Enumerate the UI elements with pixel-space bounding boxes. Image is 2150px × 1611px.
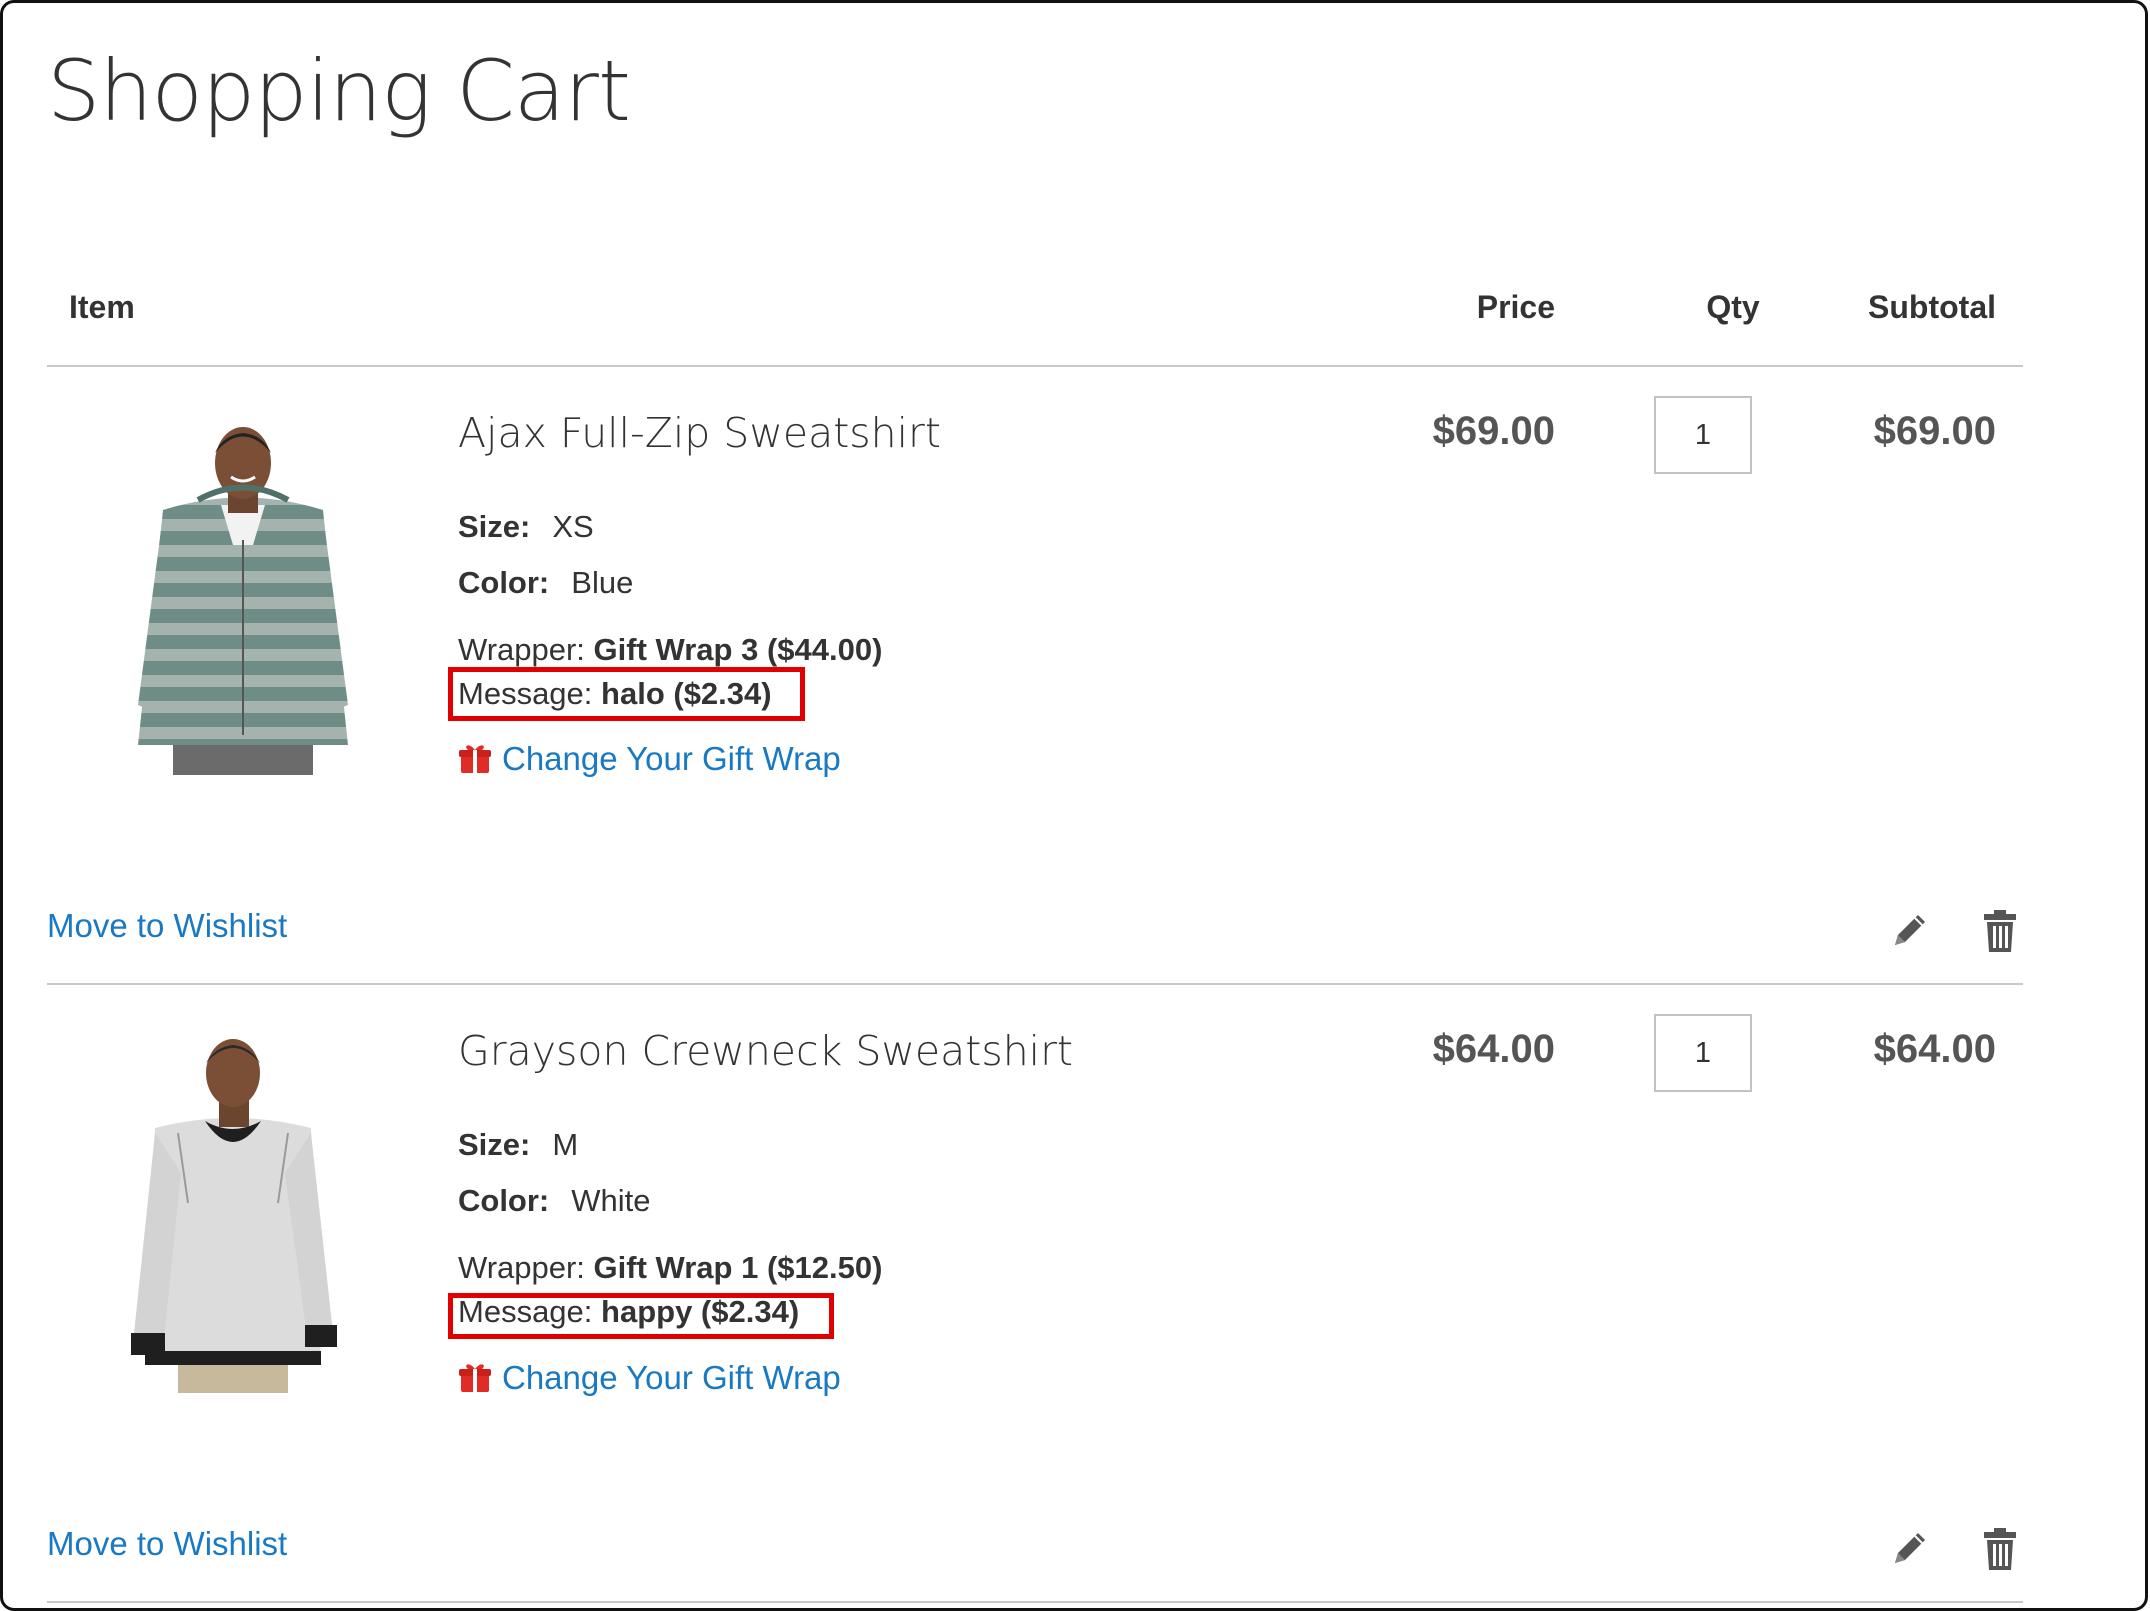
header-qty: Qty xyxy=(1706,289,1760,325)
change-gift-wrap-link[interactable]: Change Your Gift Wrap xyxy=(458,1359,841,1397)
gift-wrapper-line: Wrapper: Gift Wrap 3 ($44.00) xyxy=(458,632,882,668)
gift-icon xyxy=(459,745,491,773)
change-gift-wrap-label: Change Your Gift Wrap xyxy=(502,740,841,777)
option-color: Color: White xyxy=(458,1183,651,1219)
item-subtotal: $69.00 xyxy=(1873,409,1996,453)
item-price: $69.00 xyxy=(1432,409,1555,453)
trash-icon[interactable] xyxy=(1976,907,2024,955)
row-divider xyxy=(47,1601,2023,1603)
item-price: $64.00 xyxy=(1432,1027,1555,1071)
pencil-icon[interactable] xyxy=(1885,907,1933,955)
qty-input[interactable] xyxy=(1654,396,1752,474)
message-highlight-box xyxy=(448,1293,834,1339)
product-image-ajax-sweatshirt[interactable] xyxy=(93,415,393,775)
option-color-value: Blue xyxy=(571,565,634,600)
option-color-label: Color: xyxy=(458,565,550,600)
row-divider xyxy=(47,983,2023,985)
change-gift-wrap-label: Change Your Gift Wrap xyxy=(502,1359,841,1396)
pencil-icon[interactable] xyxy=(1885,1525,1933,1573)
wrapper-value: Gift Wrap 3 ($44.00) xyxy=(593,632,883,667)
header-price: Price xyxy=(1476,289,1555,325)
wrapper-label: Wrapper: xyxy=(458,1250,585,1285)
qty-input[interactable] xyxy=(1654,1014,1752,1092)
shopping-cart-window: Shopping Cart Item Price Qty Subtotal Aj… xyxy=(0,0,2148,1611)
option-size-value: M xyxy=(552,1127,579,1162)
product-image-grayson-sweatshirt[interactable] xyxy=(83,1033,383,1393)
move-to-wishlist-link[interactable]: Move to Wishlist xyxy=(47,907,287,945)
option-size-label: Size: xyxy=(458,509,531,544)
page-title: Shopping Cart xyxy=(47,42,631,140)
move-to-wishlist-link[interactable]: Move to Wishlist xyxy=(47,1525,287,1563)
header-subtotal: Subtotal xyxy=(1868,289,1996,325)
option-size: Size: XS xyxy=(458,509,594,545)
option-color-value: White xyxy=(571,1183,651,1218)
option-size: Size: M xyxy=(458,1127,578,1163)
trash-icon[interactable] xyxy=(1976,1525,2024,1573)
gift-wrapper-line: Wrapper: Gift Wrap 1 ($12.50) xyxy=(458,1250,882,1286)
gift-icon xyxy=(459,1364,491,1392)
option-size-value: XS xyxy=(552,509,594,544)
product-name[interactable]: Grayson Crewneck Sweatshirt xyxy=(458,1027,1073,1075)
product-name[interactable]: Ajax Full-Zip Sweatshirt xyxy=(458,409,941,457)
wrapper-label: Wrapper: xyxy=(458,632,585,667)
option-color: Color: Blue xyxy=(458,565,633,601)
message-highlight-box xyxy=(448,667,805,721)
header-divider xyxy=(47,365,2023,367)
option-color-label: Color: xyxy=(458,1183,550,1218)
header-item: Item xyxy=(69,289,135,325)
item-subtotal: $64.00 xyxy=(1873,1027,1996,1071)
wrapper-value: Gift Wrap 1 ($12.50) xyxy=(593,1250,883,1285)
change-gift-wrap-link[interactable]: Change Your Gift Wrap xyxy=(458,740,841,778)
option-size-label: Size: xyxy=(458,1127,531,1162)
